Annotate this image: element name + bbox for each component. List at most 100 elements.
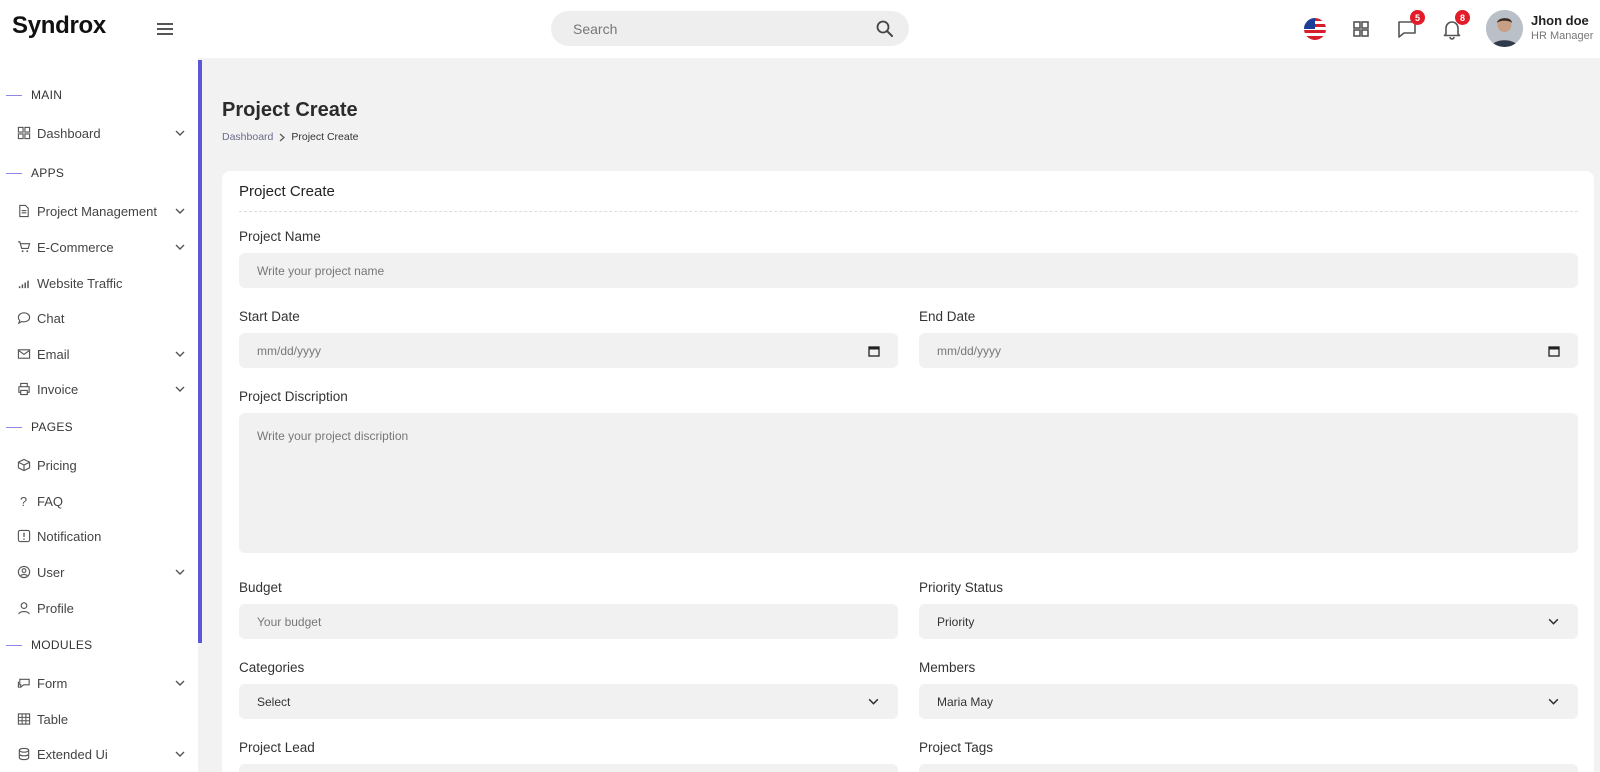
user-circle-icon <box>16 565 31 580</box>
chat-icon <box>16 311 31 326</box>
sidebar-item-e-commerce[interactable]: E-Commerce <box>16 235 186 259</box>
sidebar-item-label: Website Traffic <box>37 275 123 291</box>
question-icon: ? <box>19 493 28 509</box>
sidebar: MAIN Dashboard APPS Project Management E… <box>0 58 198 772</box>
chevron-down-icon <box>175 751 185 757</box>
sidebar-item-form[interactable]: Form <box>16 671 186 695</box>
sidebar-item-label: Chat <box>37 310 65 326</box>
search-input[interactable] <box>573 20 875 37</box>
sidebar-item-website-traffic[interactable]: Website Traffic <box>16 271 186 295</box>
priority-status-value: Priority <box>937 614 975 629</box>
messages-icon[interactable]: 5 <box>1395 10 1425 41</box>
section-modules: MODULES <box>6 638 92 652</box>
printer-icon <box>16 382 31 397</box>
categories-select[interactable]: Select <box>239 684 898 719</box>
card-title: Project Create <box>239 183 335 200</box>
sidebar-scrollbar[interactable] <box>198 60 202 643</box>
chevron-down-icon <box>175 680 185 686</box>
search-bar <box>551 11 909 46</box>
breadcrumb-current: Project Create <box>291 131 359 143</box>
members-select[interactable]: Maria May <box>919 684 1578 719</box>
chevron-down-icon <box>868 698 879 705</box>
description-textarea[interactable] <box>239 413 1578 553</box>
start-date-input[interactable]: mm/dd/yyyy <box>239 333 898 368</box>
sidebar-item-label: Invoice <box>37 381 79 397</box>
chevron-down-icon <box>175 569 185 575</box>
sidebar-item-label: Notification <box>37 528 102 544</box>
chevron-right-icon <box>279 133 286 141</box>
box-icon <box>16 458 31 473</box>
person-icon <box>16 601 31 616</box>
calendar-icon[interactable] <box>868 345 880 357</box>
form-icon <box>16 676 31 691</box>
sidebar-item-table[interactable]: Table <box>16 707 186 731</box>
sidebar-item-project-management[interactable]: Project Management <box>16 199 186 223</box>
start-date-placeholder: mm/dd/yyyy <box>257 343 322 358</box>
priority-status-select[interactable]: Priority <box>919 604 1578 639</box>
us-flag-icon[interactable] <box>1304 18 1326 40</box>
categories-value: Select <box>257 694 291 709</box>
budget-input[interactable] <box>239 604 898 639</box>
sidebar-item-pricing[interactable]: Pricing <box>16 453 186 477</box>
chevron-down-icon <box>1548 698 1559 705</box>
apps-grid-icon[interactable] <box>1349 17 1373 41</box>
user-avatar[interactable] <box>1486 10 1523 47</box>
end-date-placeholder: mm/dd/yyyy <box>937 343 1002 358</box>
sidebar-item-invoice[interactable]: Invoice <box>16 377 186 401</box>
table-icon <box>16 712 31 727</box>
top-header: Syndrox 5 8 Jhon doe HR Manager <box>0 0 1600 58</box>
sidebar-item-label: Table <box>37 711 69 727</box>
breadcrumb: Dashboard Project Create <box>222 131 359 143</box>
grid-icon <box>16 126 31 141</box>
end-date-input[interactable]: mm/dd/yyyy <box>919 333 1578 368</box>
chevron-down-icon <box>175 130 185 136</box>
user-name[interactable]: Jhon doe <box>1531 13 1589 28</box>
project-name-label: Project Name <box>239 229 321 244</box>
sidebar-item-faq[interactable]: ? FAQ <box>16 489 186 513</box>
signal-icon <box>16 276 31 291</box>
hamburger-menu-icon[interactable] <box>157 20 177 38</box>
chevron-down-icon <box>1548 618 1559 625</box>
end-date-label: End Date <box>919 309 976 324</box>
sidebar-item-extended-ui[interactable]: Extended Ui <box>16 742 186 766</box>
search-icon[interactable] <box>875 19 895 39</box>
categories-label: Categories <box>239 660 305 675</box>
project-tags-label: Project Tags <box>919 740 994 755</box>
page-title: Project Create <box>222 99 358 121</box>
sidebar-item-label: Dashboard <box>37 125 101 141</box>
user-role: HR Manager <box>1531 30 1594 42</box>
app-logo[interactable]: Syndrox <box>12 12 106 40</box>
sidebar-item-label: Email <box>37 346 70 362</box>
sidebar-item-label: Form <box>37 675 68 691</box>
calendar-icon[interactable] <box>1548 345 1560 357</box>
sidebar-item-notification[interactable]: Notification <box>16 524 186 548</box>
sidebar-item-label: Profile <box>37 600 74 616</box>
breadcrumb-dashboard-link[interactable]: Dashboard <box>222 131 273 143</box>
project-lead-select[interactable] <box>239 764 898 772</box>
sidebar-item-label: User <box>37 564 65 580</box>
chevron-down-icon <box>175 208 185 214</box>
section-pages: PAGES <box>6 420 73 434</box>
sidebar-item-label: FAQ <box>37 493 64 509</box>
messages-badge: 5 <box>1410 10 1425 25</box>
section-main: MAIN <box>6 88 62 102</box>
project-lead-label: Project Lead <box>239 740 315 755</box>
sidebar-item-chat[interactable]: Chat <box>16 306 186 330</box>
alert-icon <box>16 529 31 544</box>
chevron-down-icon <box>175 386 185 392</box>
database-icon <box>16 747 31 762</box>
sidebar-item-label: E-Commerce <box>37 239 114 255</box>
sidebar-item-email[interactable]: Email <box>16 342 186 366</box>
notifications-badge: 8 <box>1455 10 1470 25</box>
sidebar-item-label: Pricing <box>37 457 77 473</box>
notifications-bell-icon[interactable]: 8 <box>1440 10 1470 41</box>
sidebar-item-label: Project Management <box>37 203 157 219</box>
project-tags-input[interactable] <box>919 764 1578 772</box>
members-value: Maria May <box>937 694 994 709</box>
project-name-input[interactable] <box>239 253 1578 288</box>
divider <box>239 211 1578 212</box>
sidebar-item-dashboard[interactable]: Dashboard <box>16 121 186 145</box>
sidebar-item-user[interactable]: User <box>16 560 186 584</box>
sidebar-item-profile[interactable]: Profile <box>16 596 186 620</box>
chevron-down-icon <box>175 351 185 357</box>
